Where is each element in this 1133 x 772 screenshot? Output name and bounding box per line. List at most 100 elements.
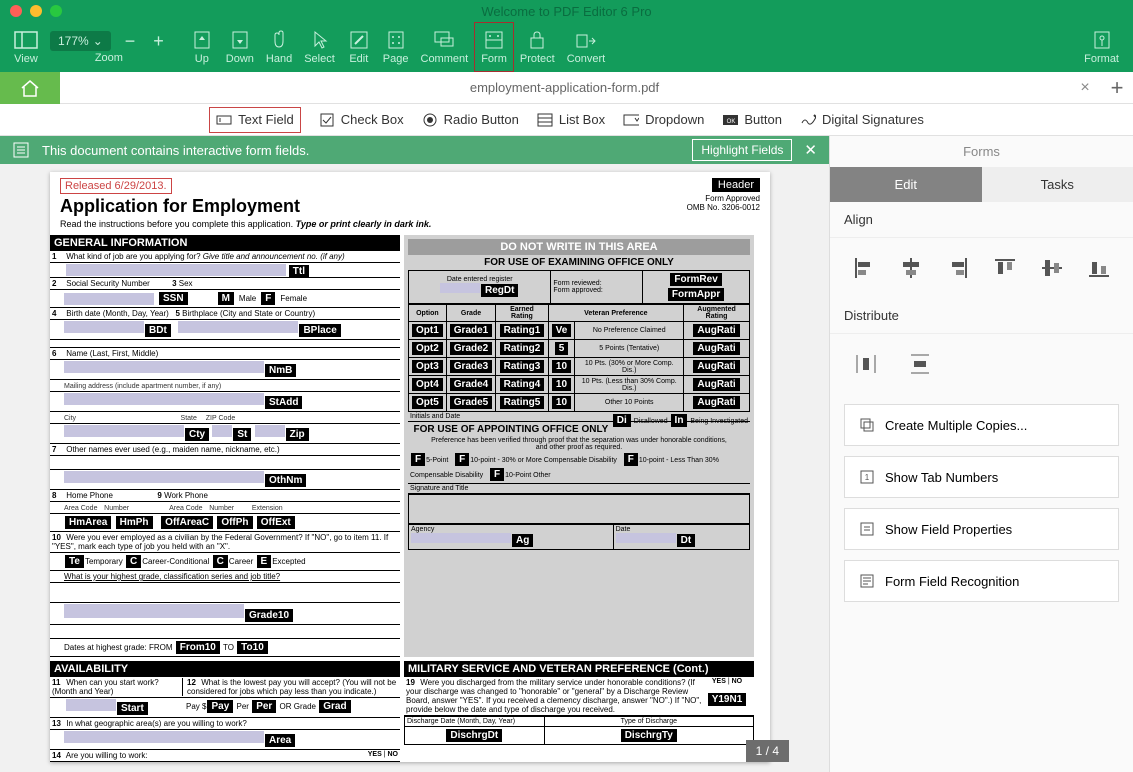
close-infobar-button[interactable]: ✕	[804, 141, 817, 159]
form-field-e[interactable]: E	[257, 555, 272, 568]
form-field-nmb[interactable]: NmB	[265, 364, 296, 377]
select-button[interactable]: Select	[298, 22, 341, 72]
form-field-opt5[interactable]: Opt5	[412, 396, 443, 409]
form-field-per[interactable]: Per	[252, 700, 276, 713]
form-field-header[interactable]: Header	[712, 178, 760, 192]
form-field-zip[interactable]: Zip	[286, 428, 309, 441]
distribute-h-button[interactable]	[854, 352, 878, 376]
form-field-aug1[interactable]: AugRati	[693, 324, 739, 337]
form-field-grade10[interactable]: Grade10	[245, 609, 293, 622]
form-field-formappr[interactable]: FormAppr	[668, 288, 724, 301]
home-button[interactable]	[0, 72, 60, 104]
form-field-bplace[interactable]: BPlace	[299, 324, 340, 337]
form-field-aug3[interactable]: AugRati	[693, 360, 739, 373]
distribute-v-button[interactable]	[908, 352, 932, 376]
zoom-in-button[interactable]: +	[149, 31, 168, 52]
form-field-area[interactable]: Area	[265, 734, 295, 747]
align-center-v-button[interactable]	[1040, 256, 1064, 280]
highlight-fields-button[interactable]: Highlight Fields	[692, 139, 792, 161]
form-field-start[interactable]: Start	[117, 702, 148, 715]
form-field-offarea[interactable]: OffAreaC	[161, 516, 213, 529]
radio-button-tool[interactable]: Radio Button	[422, 112, 519, 128]
form-field-grade3[interactable]: Grade3	[450, 360, 492, 373]
form-field-hmph[interactable]: HmPh	[116, 516, 153, 529]
form-field-rating5[interactable]: Rating5	[500, 396, 545, 409]
new-tab-button[interactable]: +	[1101, 75, 1133, 101]
check-box-tool[interactable]: Check Box	[319, 112, 404, 128]
form-field-dischrgty[interactable]: DischrgTy	[621, 729, 677, 742]
form-field-ve1[interactable]: Ve	[552, 324, 572, 337]
form-field-rating2[interactable]: Rating2	[500, 342, 545, 355]
list-box-tool[interactable]: List Box	[537, 112, 605, 128]
protect-button[interactable]: Protect	[514, 22, 561, 72]
close-window-button[interactable]	[10, 5, 22, 17]
form-field-formrev[interactable]: FormRev	[670, 273, 721, 286]
form-field-di[interactable]: Di	[613, 414, 631, 427]
edit-button[interactable]: Edit	[341, 22, 377, 72]
form-field-dt[interactable]: Dt	[677, 534, 696, 547]
format-button[interactable]: Format	[1078, 22, 1125, 72]
align-top-button[interactable]	[993, 256, 1017, 280]
align-left-button[interactable]	[852, 256, 876, 280]
form-field-m[interactable]: M	[218, 292, 234, 305]
form-field-opt3[interactable]: Opt3	[412, 360, 443, 373]
convert-button[interactable]: Convert	[561, 22, 612, 72]
form-field-offph[interactable]: OffPh	[217, 516, 252, 529]
align-center-h-button[interactable]	[899, 256, 923, 280]
form-field-opt2[interactable]: Opt2	[412, 342, 443, 355]
document-canvas[interactable]: This document contains interactive form …	[0, 136, 829, 772]
tab-tasks[interactable]: Tasks	[982, 167, 1133, 202]
form-field-ve4[interactable]: 10	[552, 378, 571, 391]
dropdown-tool[interactable]: Dropdown	[623, 112, 704, 128]
form-field-10pt30[interactable]: F	[455, 453, 469, 466]
digital-signature-tool[interactable]: Digital Signatures	[800, 112, 924, 128]
zoom-dropdown[interactable]: 177%⌄	[50, 31, 111, 51]
form-button[interactable]: Form	[474, 22, 514, 72]
align-right-button[interactable]	[946, 256, 970, 280]
form-field-regdt[interactable]: RegDt	[481, 284, 518, 297]
text-field-tool[interactable]: Text Field	[209, 107, 301, 133]
form-field-ve2[interactable]: 5	[555, 342, 569, 355]
form-field-rating3[interactable]: Rating3	[500, 360, 545, 373]
form-field-ve3[interactable]: 10	[552, 360, 571, 373]
form-field-hmarea[interactable]: HmArea	[65, 516, 111, 529]
form-field-ag[interactable]: Ag	[512, 534, 533, 547]
form-field-grade2[interactable]: Grade2	[450, 342, 492, 355]
page-button[interactable]: Page	[377, 22, 415, 72]
align-bottom-button[interactable]	[1087, 256, 1111, 280]
form-field-in[interactable]: In	[671, 414, 688, 427]
form-field-stadd[interactable]: StAdd	[265, 396, 302, 409]
form-field-from10[interactable]: From10	[176, 641, 220, 654]
form-field-10ptless[interactable]: F	[624, 453, 638, 466]
minimize-window-button[interactable]	[30, 5, 42, 17]
form-field-rating1[interactable]: Rating1	[500, 324, 545, 337]
form-field-dischrgdt[interactable]: DischrgDt	[446, 729, 502, 742]
form-field-grade5[interactable]: Grade5	[450, 396, 492, 409]
tab-edit[interactable]: Edit	[830, 167, 982, 202]
form-field-ssn[interactable]: SSN	[159, 292, 188, 305]
hand-button[interactable]: Hand	[260, 22, 298, 72]
up-button[interactable]: Up	[184, 22, 220, 72]
form-field-ttl[interactable]: Ttl	[289, 265, 309, 278]
form-field-grade4[interactable]: Grade4	[450, 378, 492, 391]
down-button[interactable]: Down	[220, 22, 260, 72]
show-field-props-button[interactable]: Show Field Properties	[844, 508, 1119, 550]
form-field-y19n1[interactable]: Y19N1	[708, 693, 747, 706]
form-field-opt4[interactable]: Opt4	[412, 378, 443, 391]
form-field-offext[interactable]: OffExt	[257, 516, 295, 529]
form-field-c1[interactable]: C	[126, 555, 141, 568]
view-button[interactable]: View	[8, 22, 44, 72]
form-field-rating4[interactable]: Rating4	[500, 378, 545, 391]
form-field-cty[interactable]: Cty	[185, 428, 209, 441]
show-tab-numbers-button[interactable]: 1Show Tab Numbers	[844, 456, 1119, 498]
form-field-aug2[interactable]: AugRati	[693, 342, 739, 355]
comment-button[interactable]: Comment	[415, 22, 475, 72]
form-field-to10[interactable]: To10	[237, 641, 268, 654]
form-field-aug5[interactable]: AugRati	[693, 396, 739, 409]
form-field-5pt[interactable]: F	[411, 453, 425, 466]
form-field-othnm[interactable]: OthNm	[265, 474, 306, 487]
button-tool[interactable]: OK Button	[722, 112, 782, 128]
form-field-aug4[interactable]: AugRati	[693, 378, 739, 391]
close-tab-button[interactable]: ×	[1069, 79, 1101, 97]
form-field-te[interactable]: Te	[65, 555, 84, 568]
